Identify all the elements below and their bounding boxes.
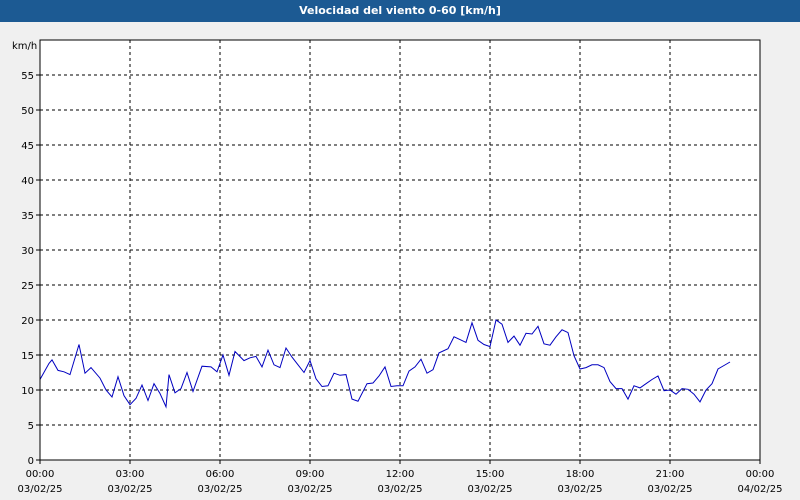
x-tick-date: 03/02/25 <box>288 484 333 495</box>
y-tick-label: 5 <box>28 421 34 432</box>
x-tick-date: 03/02/25 <box>198 484 243 495</box>
x-tick-date: 03/02/25 <box>378 484 423 495</box>
y-tick-label: 10 <box>21 386 34 397</box>
y-tick-label: 25 <box>21 281 34 292</box>
x-tick-date: 04/02/25 <box>738 484 783 495</box>
wind-speed-chart: 0 5 10 15 20 25 30 35 40 45 50 55 00:00 03/02/25 03:0… <box>12 39 783 495</box>
y-tick-label: 15 <box>21 351 34 362</box>
x-tick-date: 03/02/25 <box>108 484 153 495</box>
y-tick-label: 50 <box>21 106 34 117</box>
x-axis-ticks: 00:00 03/02/25 03:00 03/02/25 06:00 03/02/25 0… <box>18 460 783 495</box>
x-tick-time: 18:00 <box>566 469 595 480</box>
y-tick-label: 55 <box>21 71 34 82</box>
y-tick-label: 0 <box>28 456 34 467</box>
x-tick-time: 09:00 <box>296 469 325 480</box>
y-tick-label: 35 <box>21 211 34 222</box>
x-tick-time: 00:00 <box>26 469 55 480</box>
x-tick-date: 03/02/25 <box>648 484 693 495</box>
x-tick-date: 03/02/25 <box>558 484 603 495</box>
y-axis-ticks: 0 5 10 15 20 25 30 35 40 45 50 55 <box>21 71 40 467</box>
y-tick-label: 20 <box>21 316 34 327</box>
y-tick-label: 30 <box>21 246 34 257</box>
x-tick-time: 00:00 <box>746 469 775 480</box>
x-tick-time: 21:00 <box>656 469 685 480</box>
y-tick-label: 40 <box>21 176 34 187</box>
x-tick-time: 06:00 <box>206 469 235 480</box>
y-axis-label: km/h <box>12 41 37 52</box>
x-tick-time: 12:00 <box>386 469 415 480</box>
y-tick-label: 45 <box>21 141 34 152</box>
x-tick-time: 15:00 <box>476 469 505 480</box>
x-tick-time: 03:00 <box>116 469 145 480</box>
x-tick-date: 03/02/25 <box>18 484 63 495</box>
chart-title: Velocidad del viento 0-60 [km/h] <box>0 0 800 22</box>
x-tick-date: 03/02/25 <box>468 484 513 495</box>
